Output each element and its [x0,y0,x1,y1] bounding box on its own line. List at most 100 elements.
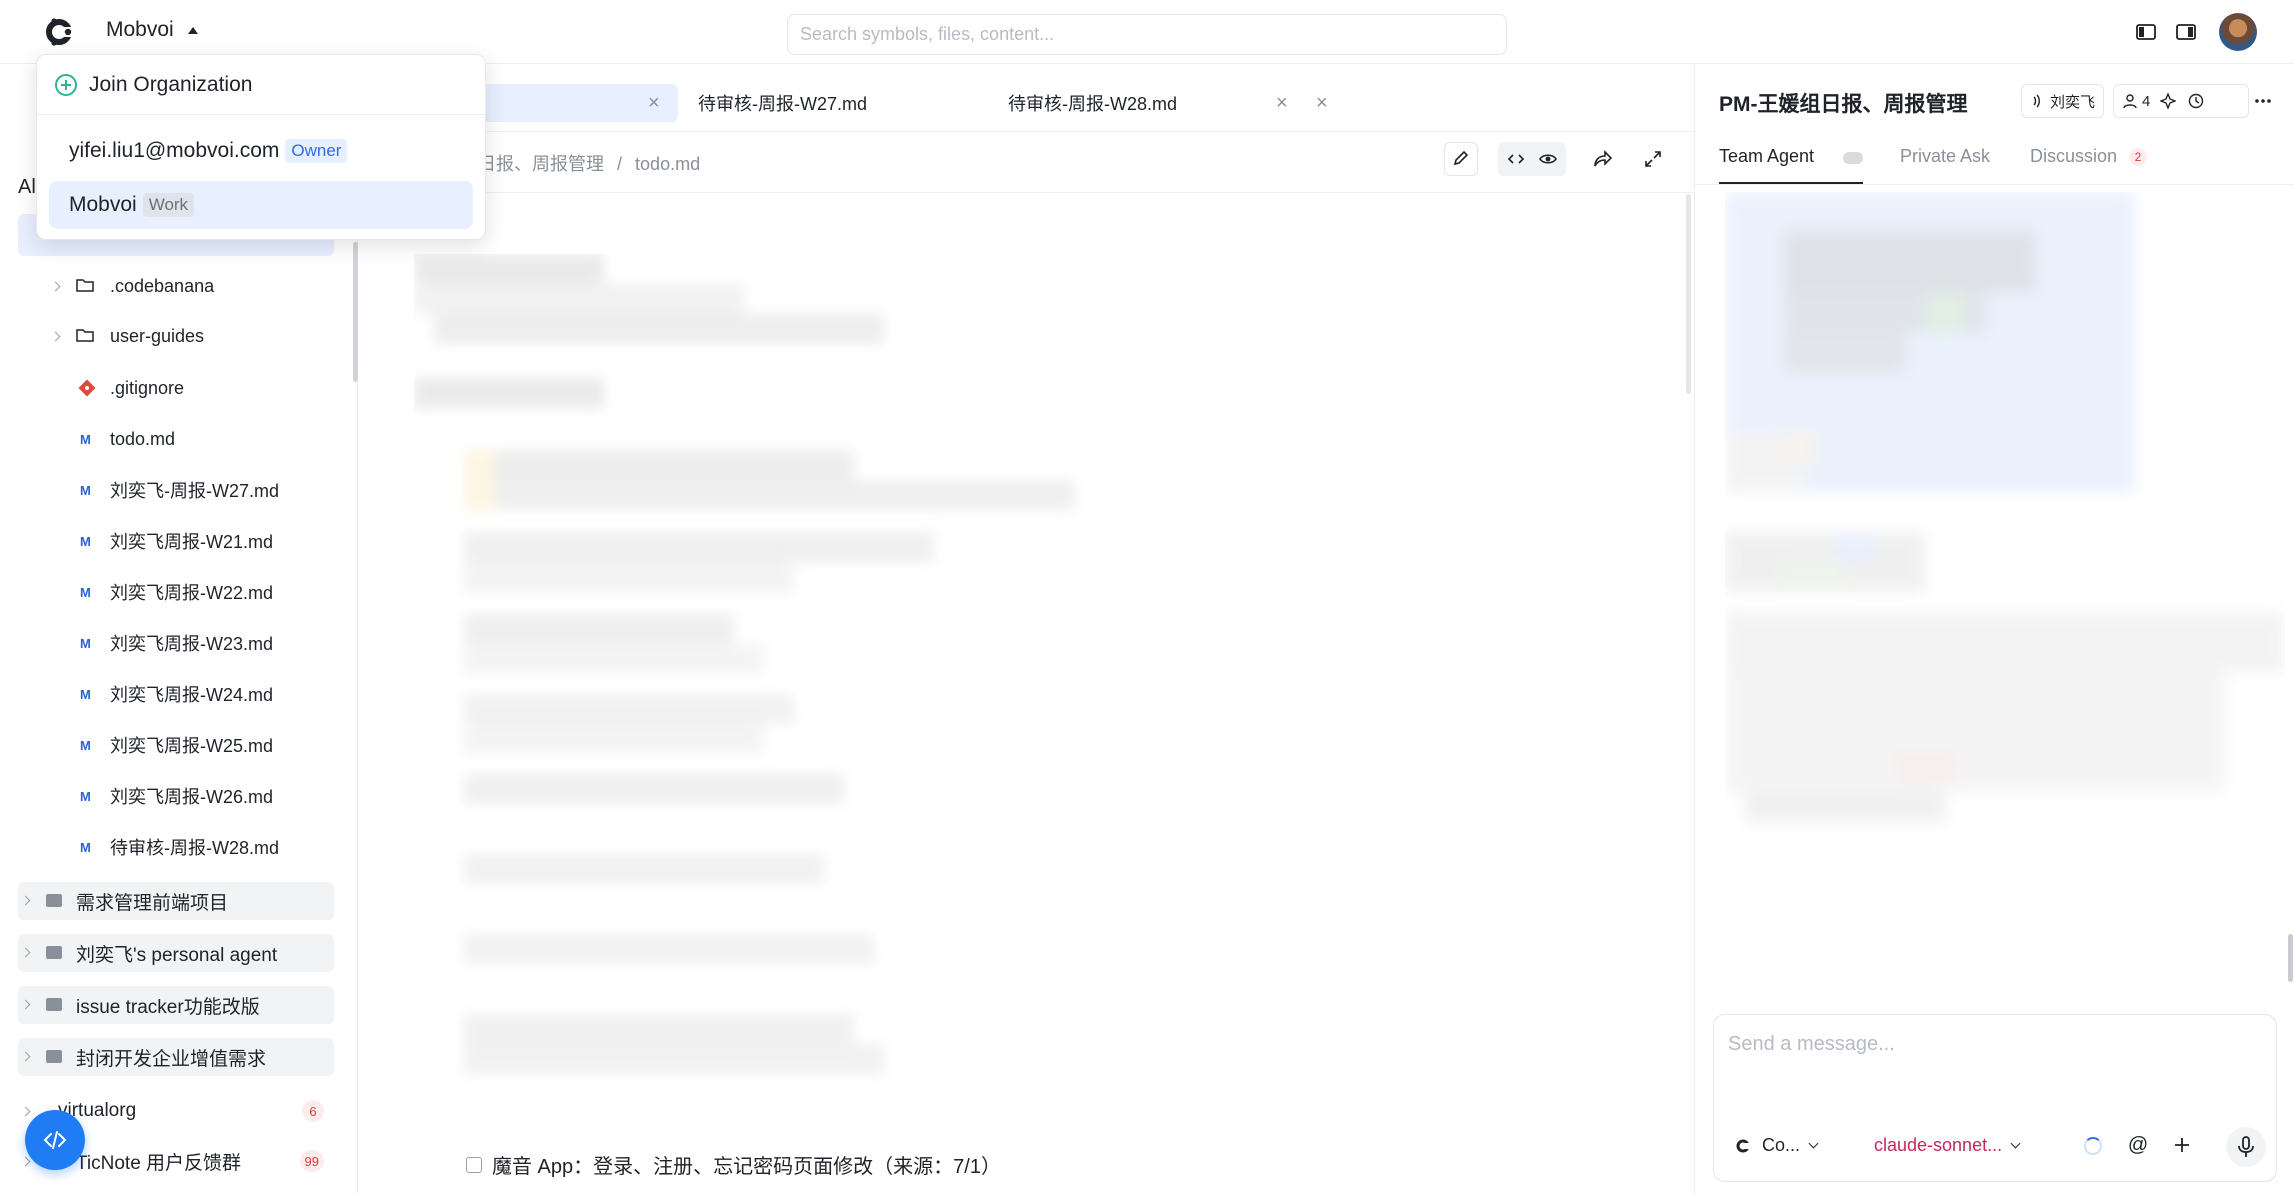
account-item-selected[interactable]: Mobvoi Work [49,181,473,229]
tree-item-label: 待审核-周报-W28.md [110,838,280,858]
project-group[interactable]: 刘奕飞's personal agent [18,934,334,972]
tree-item-label: .gitignore [110,377,185,398]
markdown-file-icon: M [80,635,91,651]
member-count: 4 [2142,92,2151,110]
tab-discussion[interactable]: Discussion [2030,146,2117,167]
tab-file[interactable]: 待审核-周报-W27.md × [698,84,1328,122]
code-fab-button[interactable] [25,1110,85,1170]
edit-button[interactable] [1444,142,1478,176]
breadcrumb-item[interactable]: 日报、周报管理 [478,154,604,174]
tree-file-gitignore[interactable]: .gitignore [0,365,340,411]
message-input[interactable] [1728,1033,2258,1093]
account-name: yifei.liu1@mobvoi.com [69,139,280,162]
markdown-file-icon: M [80,482,91,498]
markdown-file-icon: M [80,686,91,702]
folder-icon [46,894,62,907]
tab-label: 待审核-周报-W28.md [1008,94,1178,114]
folder-icon [46,998,62,1011]
project-group[interactable]: issue tracker功能改版 [18,986,334,1024]
join-organization-item[interactable]: Join Organization [37,55,485,115]
share-icon [1594,150,1613,167]
plus-circle-icon [55,73,77,96]
tree-file-md[interactable]: M 刘奕飞周报-W26.md [0,773,340,819]
tab-divider [1695,184,2294,185]
code-view-icon[interactable] [1507,150,1525,168]
add-attachment-button[interactable] [2168,1131,2196,1159]
account-item[interactable]: yifei.liu1@mobvoi.com Owner [49,127,473,175]
agent-panel: PM-王媛组日报、周报管理 刘奕飞 4 Team Agent Private A… [1694,64,2294,1194]
tree-file-todo[interactable]: M todo.md [0,416,340,462]
mention-button[interactable]: @ [2124,1131,2152,1159]
project-group-label: issue tracker功能改版 [76,996,260,1018]
chat-history-blurred[interactable] [1725,192,2285,1012]
more-menu-icon[interactable] [2253,94,2273,108]
owner-pill[interactable]: 刘奕飞 [2021,84,2105,118]
unread-badge: 99 [299,1150,324,1172]
editor-content-blurred[interactable] [414,254,1334,1154]
project-group[interactable]: 封闭开发企业增值需求 [18,1038,334,1076]
edit-icon [1453,150,1469,166]
panel-scrollbar[interactable] [2288,934,2293,982]
markdown-file-icon: M [80,737,91,753]
agent-selector[interactable]: Co... [1734,1135,1819,1156]
panel-title: PM-王媛组日报、周报管理 [1719,93,1968,116]
chevron-right-icon [20,999,31,1010]
voice-input-button[interactable] [2226,1127,2266,1167]
tab-private-ask[interactable]: Private Ask [1900,146,1990,167]
sidebar-section-label: Al [18,176,36,198]
tree-file-md[interactable]: M 待审核-周报-W28.md [0,824,340,870]
chevron-down-icon [2010,1138,2021,1149]
app-logo-icon[interactable] [42,15,76,49]
discussion-badge: 2 [2129,148,2147,166]
search-input[interactable] [787,14,1507,55]
toolbar-divider [358,192,1694,193]
model-selector[interactable]: claude-sonnet... [1874,1135,2021,1156]
sparkle-icon[interactable] [2160,93,2177,109]
tree-folder-user-guides[interactable]: user-guides [0,313,340,359]
tree-folder-codebanana[interactable]: .codebanana [0,263,340,309]
project-group-label: 需求管理前端项目 [76,892,229,914]
markdown-file-icon: M [80,584,91,600]
role-tag: Owner [285,139,348,163]
role-tag: Work [142,193,195,217]
tree-file-md[interactable]: M 刘奕飞周报-W21.md [0,518,340,564]
folder-icon [46,1050,62,1063]
breadcrumb-file[interactable]: todo.md [635,154,700,174]
tree-file-md[interactable]: M 刘奕飞周报-W23.md [0,620,340,666]
history-clock-icon[interactable] [2188,93,2204,109]
agent-label: Co... [1762,1135,1801,1155]
agent-logo-icon [1736,1139,1752,1152]
tree-item-label: todo.md [110,428,176,449]
toggle-left-panel-icon[interactable] [2134,20,2158,44]
close-icon[interactable]: × [648,92,660,115]
org-switcher[interactable]: Mobvoi [106,18,198,42]
tree-item-label: 刘奕飞周报-W24.md [110,685,274,705]
view-mode-toggle[interactable] [1498,142,1566,176]
loading-spinner-icon [2084,1137,2102,1155]
tab-file[interactable]: 待审核-周报-W28.md × [1008,84,1298,122]
tree-file-md[interactable]: M 刘奕飞周报-W25.md [0,722,340,768]
preview-eye-icon[interactable] [1539,150,1557,168]
plus-icon [2175,1138,2189,1152]
expand-button[interactable] [1636,142,1670,176]
tree-file-md[interactable]: M 刘奕飞周报-W22.md [0,569,340,615]
close-icon[interactable]: × [1276,92,1288,115]
todo-text: 魔音 App：登录、注册、忘记密码页面修改（来源：7/1） [492,1156,1001,1178]
team-agent-toggle[interactable] [1843,152,1863,164]
todo-checkbox[interactable] [466,1156,482,1173]
project-group[interactable]: 需求管理前端项目 [18,882,334,920]
account-name: Mobvoi [69,193,137,216]
markdown-file-icon: M [80,839,91,855]
user-avatar[interactable] [2219,13,2257,51]
chevron-right-icon [20,895,31,906]
tab-team-agent[interactable]: Team Agent [1719,146,1814,167]
toggle-right-panel-icon[interactable] [2174,20,2198,44]
tree-file-md[interactable]: M 刘奕飞周报-W24.md [0,671,340,717]
close-icon[interactable]: × [1316,92,1328,115]
microphone-icon [2238,1136,2254,1157]
members-icon[interactable] [2122,93,2138,109]
tree-file-md[interactable]: M 刘奕飞-周报-W27.md [0,467,340,513]
editor-scrollbar[interactable] [1686,194,1691,394]
share-button[interactable] [1586,142,1620,176]
agent-icon [46,946,62,959]
